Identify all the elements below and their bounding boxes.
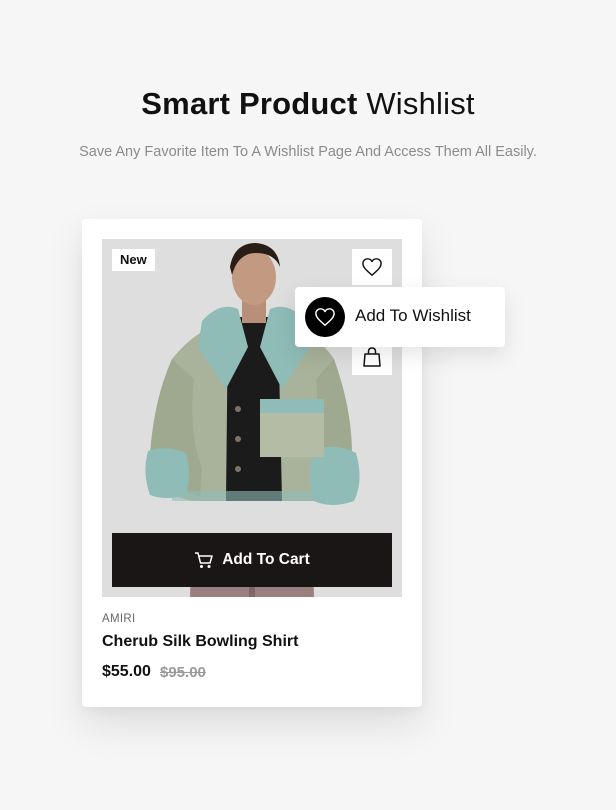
heart-icon bbox=[362, 258, 382, 276]
wishlist-tooltip[interactable]: Add To Wishlist bbox=[295, 287, 505, 347]
section-subtitle: Save Any Favorite Item To A Wishlist Pag… bbox=[79, 144, 537, 160]
product-old-price: $95.00 bbox=[160, 664, 206, 681]
section-heading: Smart Product Wishlist bbox=[0, 84, 616, 124]
wishlist-tooltip-label: Add To Wishlist bbox=[355, 306, 471, 325]
heading-light: Wishlist bbox=[366, 86, 475, 121]
heart-icon bbox=[315, 308, 335, 326]
product-title[interactable]: Cherub Silk Bowling Shirt bbox=[102, 633, 298, 651]
new-badge: New bbox=[112, 249, 155, 271]
product-brand[interactable]: AMIRI bbox=[102, 613, 135, 625]
shopping-bag-icon bbox=[363, 347, 381, 367]
add-to-cart-label: Add To Cart bbox=[222, 551, 310, 568]
heading-bold: Smart Product bbox=[141, 86, 358, 121]
product-price: $55.00 bbox=[102, 663, 151, 680]
add-to-cart-button[interactable]: Add To Cart bbox=[112, 533, 392, 587]
wishlist-tooltip-icon-circle bbox=[305, 297, 345, 337]
wishlist-button[interactable] bbox=[352, 249, 392, 285]
cart-icon bbox=[195, 552, 213, 568]
